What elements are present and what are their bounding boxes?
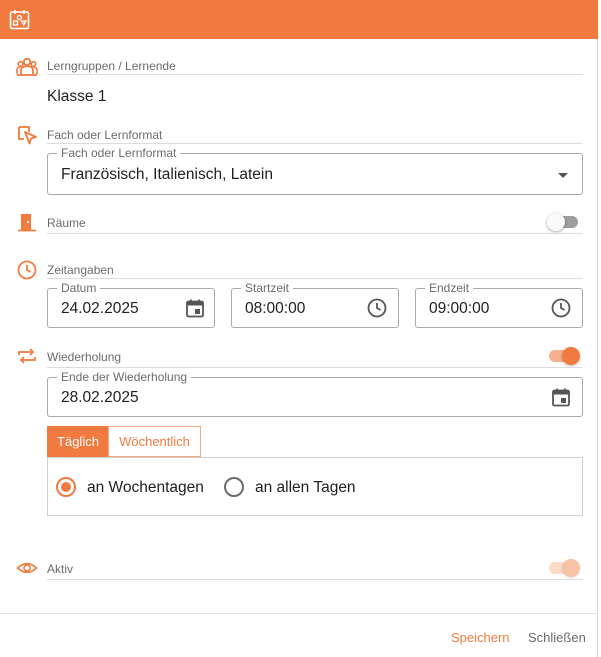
start-time-label: Startzeit <box>241 281 294 295</box>
repeat-label: Wiederholung <box>47 350 122 364</box>
end-clock-icon[interactable] <box>550 297 572 319</box>
calendar-shapes-icon <box>9 10 30 30</box>
end-time-value: 09:00:00 <box>429 300 490 317</box>
repeat-toggle[interactable] <box>547 345 581 367</box>
rooms-label: Räume <box>47 216 86 230</box>
end-time-field[interactable]: Endzeit 09:00:00 <box>415 281 583 328</box>
clock-icon <box>17 260 37 280</box>
tab-daily[interactable]: Täglich <box>47 426 109 457</box>
footer-divider <box>0 613 598 614</box>
start-clock-icon[interactable] <box>366 297 388 319</box>
active-toggle-knob <box>562 559 580 577</box>
start-time-field[interactable]: Startzeit 08:00:00 <box>231 281 399 328</box>
rooms-divider <box>47 233 583 234</box>
repeat-icon <box>18 348 36 364</box>
calendar-icon[interactable] <box>184 297 206 319</box>
date-field[interactable]: Datum 24.02.2025 <box>47 281 215 328</box>
repeat-end-value: 28.02.2025 <box>61 389 139 406</box>
radio-all-days[interactable] <box>224 477 244 497</box>
group-icon <box>16 57 38 76</box>
date-field-value: 24.02.2025 <box>61 300 139 317</box>
groups-divider <box>47 74 583 75</box>
start-time-value: 08:00:00 <box>245 300 306 317</box>
event-dialog: Lerngruppen / Lernende Klasse 1 Fach ode… <box>0 0 598 657</box>
chevron-down-icon[interactable] <box>552 164 574 186</box>
groups-label: Lerngruppen / Lernende <box>47 59 176 73</box>
rooms-toggle[interactable] <box>547 211 581 233</box>
close-button[interactable]: Schließen <box>528 630 586 645</box>
radio-weekdays-label[interactable]: an Wochentagen <box>87 479 204 497</box>
subject-divider <box>47 143 583 144</box>
save-button[interactable]: Speichern <box>451 630 510 645</box>
end-time-label: Endzeit <box>425 281 474 295</box>
subject-select[interactable]: Fach oder Lernformat Französisch, Italie… <box>47 146 583 195</box>
radio-all-days-label[interactable]: an allen Tagen <box>255 479 356 497</box>
radio-weekdays[interactable] <box>56 477 76 497</box>
repeat-divider <box>47 367 583 368</box>
door-icon <box>18 214 36 232</box>
repeat-end-label: Ende der Wiederholung <box>57 370 192 384</box>
active-label: Aktiv <box>47 562 74 576</box>
repeat-options-panel: an Wochentagen an allen Tagen <box>47 457 583 516</box>
active-divider <box>47 579 583 580</box>
subject-pointer-icon <box>18 126 37 145</box>
subject-select-value: Französisch, Italienisch, Latein <box>61 166 273 183</box>
time-divider <box>47 278 583 279</box>
dialog-header <box>0 0 598 39</box>
repeat-end-calendar-icon[interactable] <box>550 386 572 408</box>
subject-select-label: Fach oder Lernformat <box>57 146 181 160</box>
eye-icon <box>16 562 38 574</box>
tab-weekly[interactable]: Wöchentlich <box>108 426 201 457</box>
active-toggle[interactable] <box>547 557 581 579</box>
time-label: Zeitangaben <box>47 263 114 277</box>
subject-label: Fach oder Lernformat <box>47 128 163 142</box>
repeat-toggle-knob <box>562 347 580 365</box>
repeat-end-field[interactable]: Ende der Wiederholung 28.02.2025 <box>47 370 583 417</box>
rooms-toggle-knob <box>547 213 565 231</box>
groups-value[interactable]: Klasse 1 <box>47 88 106 106</box>
date-field-label: Datum <box>57 281 101 295</box>
